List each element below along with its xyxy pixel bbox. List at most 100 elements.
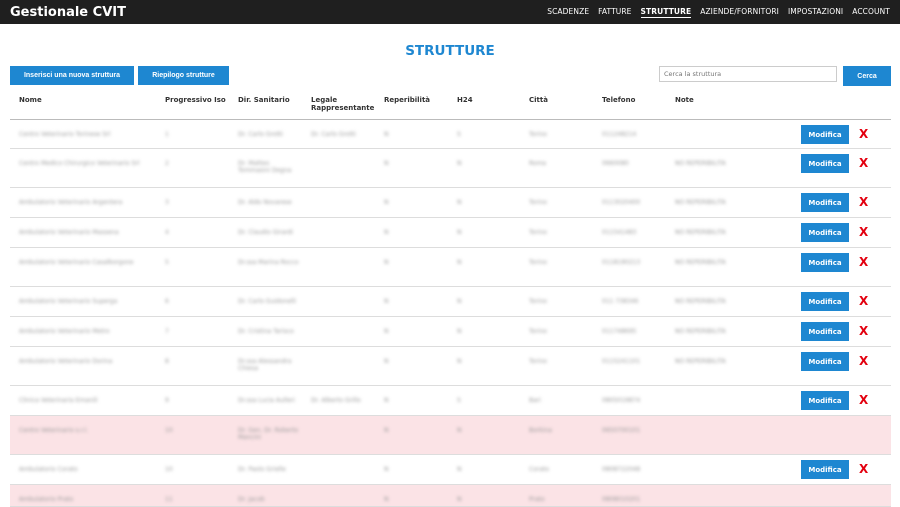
row-actions bbox=[801, 484, 891, 507]
delete-icon[interactable]: X bbox=[859, 225, 868, 239]
cell-text: N bbox=[384, 496, 389, 503]
delete-icon[interactable]: X bbox=[859, 127, 868, 141]
edit-button[interactable]: Modifica bbox=[801, 322, 849, 341]
row-actions: Modifica X bbox=[801, 247, 891, 287]
table-cell: 11 bbox=[156, 484, 229, 507]
delete-icon[interactable]: X bbox=[859, 156, 868, 170]
table-cell: NO REPERIBILITA bbox=[666, 187, 801, 218]
edit-button[interactable]: Modifica bbox=[801, 292, 849, 311]
table-cell bbox=[302, 148, 375, 188]
nav-item-fatture[interactable]: FATTURE bbox=[598, 7, 631, 18]
table-cell: Roma bbox=[520, 148, 593, 188]
table-cell bbox=[302, 346, 375, 386]
edit-button[interactable]: Modifica bbox=[801, 391, 849, 410]
table-cell: N bbox=[375, 454, 448, 485]
cell-text: 10 bbox=[165, 466, 173, 473]
app-title[interactable]: Gestionale CVIT bbox=[10, 5, 126, 20]
cell-text: 0115241101 bbox=[602, 358, 641, 365]
table-cell: Prato bbox=[520, 484, 593, 507]
cell-text: S bbox=[457, 131, 461, 138]
cell-text: N bbox=[457, 466, 462, 473]
table-cell: 0118190213 bbox=[593, 247, 666, 287]
column-header: Note bbox=[666, 91, 801, 120]
nav-item-strutture[interactable]: STRUTTURE bbox=[640, 7, 692, 18]
table-cell: 011541483 bbox=[593, 217, 666, 248]
table-cell: N bbox=[375, 148, 448, 188]
table-cell bbox=[666, 385, 801, 416]
table-row: Ambulatorio Veterinario Argentera 3 Dr. Al… bbox=[10, 187, 891, 218]
edit-button[interactable]: Modifica bbox=[801, 154, 849, 173]
cell-text: 0805019874 bbox=[602, 397, 641, 404]
cell-text: N bbox=[457, 160, 462, 167]
cell-text: N bbox=[457, 358, 462, 365]
delete-icon[interactable]: X bbox=[859, 255, 868, 269]
edit-button[interactable]: Modifica bbox=[801, 193, 849, 212]
edit-button[interactable]: Modifica bbox=[801, 460, 849, 479]
row-actions: Modifica X bbox=[801, 148, 891, 188]
delete-icon[interactable]: X bbox=[859, 393, 868, 407]
toolbar: Inserisci una nuova struttura Riepilogo … bbox=[0, 66, 900, 90]
table-row: Ambulatorio Veterinario Massena 4 Dr. Clau… bbox=[10, 217, 891, 248]
cell-text: Torino bbox=[529, 328, 547, 335]
table-cell: 0115241101 bbox=[593, 346, 666, 386]
cell-text: N bbox=[457, 328, 462, 335]
edit-button[interactable]: Modifica bbox=[801, 253, 849, 272]
cell-text: N bbox=[384, 160, 389, 167]
table-cell: 2 bbox=[156, 148, 229, 188]
cell-text: 011748695 bbox=[602, 328, 637, 335]
table-cell: Torino bbox=[520, 119, 593, 149]
edit-button[interactable]: Modifica bbox=[801, 223, 849, 242]
table-cell: N bbox=[375, 286, 448, 317]
nav-item-account[interactable]: ACCOUNT bbox=[852, 7, 890, 18]
nav-item-impostazioni[interactable]: IMPOSTAZIONI bbox=[788, 7, 843, 18]
delete-icon[interactable]: X bbox=[859, 462, 868, 476]
table-cell: Dr. Aldo Novarese bbox=[229, 187, 302, 218]
table-cell: Borkina bbox=[520, 415, 593, 455]
add-structure-button[interactable]: Inserisci una nuova struttura bbox=[10, 66, 134, 85]
cell-text: N bbox=[384, 358, 389, 365]
table-cell: Dr. Matteo Tommasini Degna bbox=[229, 148, 302, 188]
delete-icon[interactable]: X bbox=[859, 294, 868, 308]
table-cell: 10 bbox=[156, 415, 229, 455]
edit-button[interactable]: Modifica bbox=[801, 125, 849, 144]
summary-button[interactable]: Riepilogo strutture bbox=[138, 66, 229, 85]
table-cell: 0808722048 bbox=[593, 454, 666, 485]
row-actions: Modifica X bbox=[801, 454, 891, 485]
cell-text: Centro Veterinario Torinese Srl bbox=[19, 131, 111, 138]
table-cell: Centro Veterinario Torinese Srl bbox=[10, 119, 156, 149]
delete-icon[interactable]: X bbox=[859, 195, 868, 209]
search-button[interactable]: Cerca bbox=[843, 66, 891, 86]
table-cell bbox=[302, 415, 375, 455]
cell-text: 0118190213 bbox=[602, 259, 641, 266]
table-cell: N bbox=[448, 454, 520, 485]
table-cell: Ambulatorio Veterinario Casalborgone bbox=[10, 247, 156, 287]
table-row: Clinica Veterinaria Emanili 9 Dr.ssa Lucia… bbox=[10, 385, 891, 416]
table-cell: N bbox=[448, 286, 520, 317]
cell-text: 0808010201 bbox=[602, 496, 641, 503]
table-cell: N bbox=[375, 247, 448, 287]
table-cell: Ambulatorio Veterinario Superga bbox=[10, 286, 156, 317]
page-title: STRUTTURE bbox=[405, 43, 495, 59]
column-header: Legale Rappresentante bbox=[302, 91, 375, 120]
cell-text: Torino bbox=[529, 358, 547, 365]
cell-text: Dr.ssa Lucia Aulleri bbox=[238, 397, 295, 404]
row-actions: Modifica X bbox=[801, 385, 891, 416]
edit-button[interactable]: Modifica bbox=[801, 352, 849, 371]
nav-item-scadenze[interactable]: SCADENZE bbox=[547, 7, 589, 18]
cell-text: NO REPERIBILITA bbox=[675, 298, 726, 305]
table-cell: Dr.ssa Lucia Aulleri bbox=[229, 385, 302, 416]
nav-item-aziende-fornitori[interactable]: AZIENDE/FORNITORI bbox=[700, 7, 779, 18]
table-cell: NO REPERIBILITA bbox=[666, 148, 801, 188]
delete-icon[interactable]: X bbox=[859, 324, 868, 338]
delete-icon[interactable]: X bbox=[859, 354, 868, 368]
search-input[interactable] bbox=[659, 66, 837, 82]
row-actions: Modifica X bbox=[801, 187, 891, 218]
table-cell: S bbox=[448, 119, 520, 149]
cell-text: Dr. Matteo Tommasini Degna bbox=[238, 160, 292, 174]
cell-text: Dr. Carlo Grotti bbox=[311, 131, 356, 138]
table-cell: N bbox=[448, 346, 520, 386]
table-cell: Clinica Veterinaria Emanili bbox=[10, 385, 156, 416]
cell-text: Prato bbox=[529, 496, 545, 503]
cell-text: 2 bbox=[165, 160, 169, 167]
table-cell: 0650700101 bbox=[593, 415, 666, 455]
